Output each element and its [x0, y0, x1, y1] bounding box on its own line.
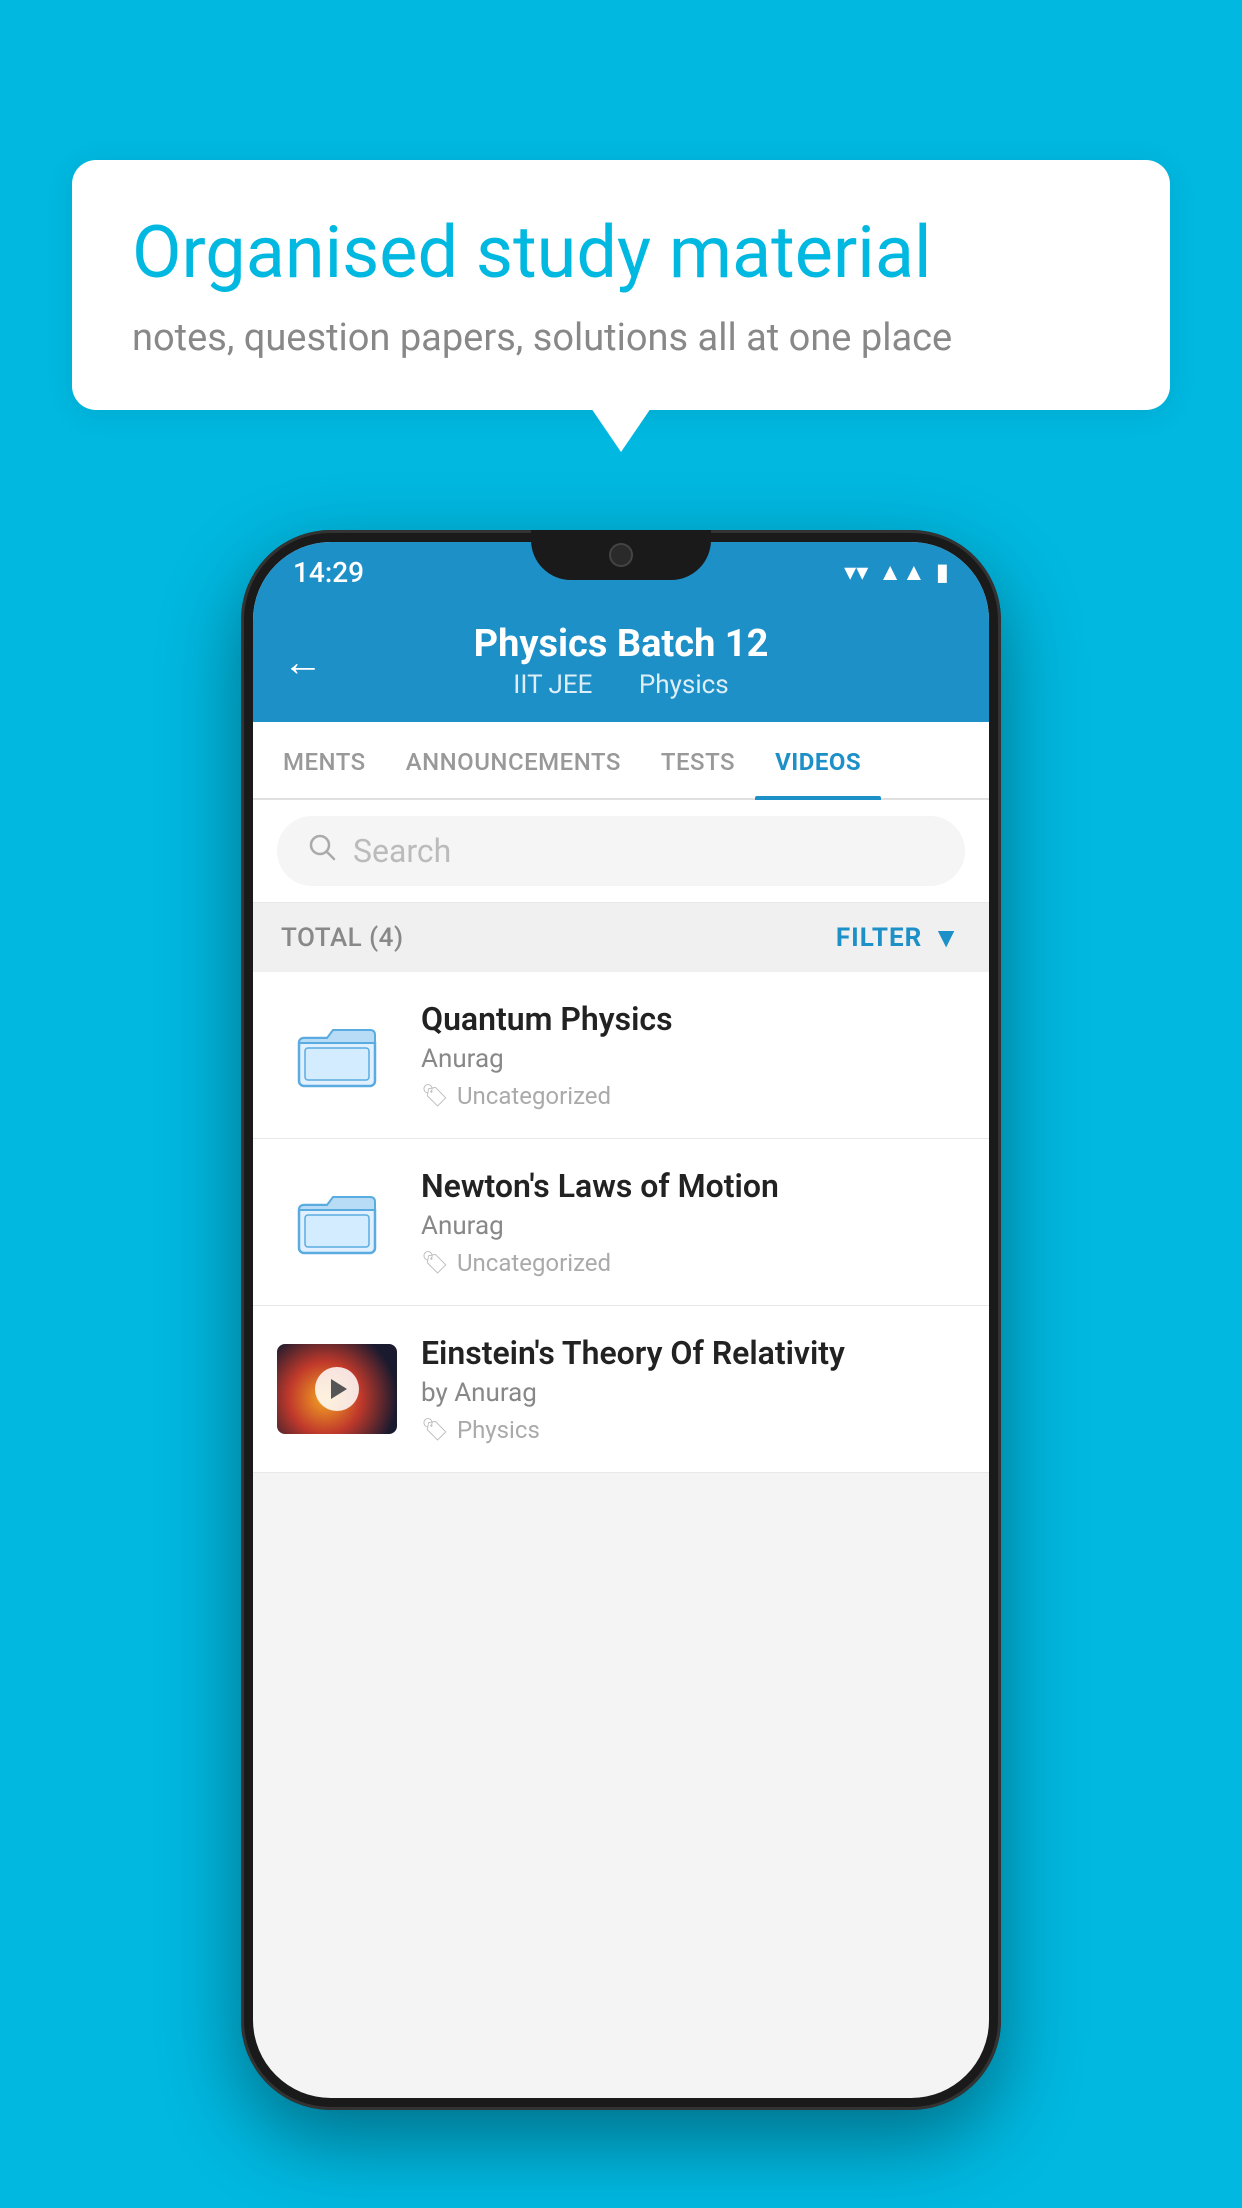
tag-icon: 🏷 [421, 1418, 449, 1443]
phone-screen: 14:29 ▾▾ ▲▲ ▮ ← Physics Batch 12 IIT JEE… [253, 542, 989, 2098]
tag-icon: 🏷 [421, 1251, 449, 1276]
video-author: by Anurag [421, 1378, 965, 1408]
speech-bubble: Organised study material notes, question… [72, 160, 1170, 410]
play-button[interactable] [315, 1367, 359, 1411]
total-count-label: TOTAL (4) [281, 923, 404, 953]
video-info: Einstein's Theory Of Relativity by Anura… [421, 1334, 965, 1444]
subtitle-iitjee: IIT JEE [513, 670, 592, 700]
speech-bubble-subtitle: notes, question papers, solutions all at… [132, 316, 1110, 360]
app-header: ← Physics Batch 12 IIT JEE Physics [253, 602, 989, 722]
camera-icon [609, 543, 633, 567]
screen-title: Physics Batch 12 [474, 622, 769, 666]
tab-tests[interactable]: TESTS [641, 722, 755, 798]
folder-icon [297, 1020, 377, 1090]
video-title: Newton's Laws of Motion [421, 1167, 965, 1205]
tag-label: Uncategorized [457, 1249, 611, 1277]
list-item[interactable]: Quantum Physics Anurag 🏷 Uncategorized [253, 972, 989, 1139]
video-title: Einstein's Theory Of Relativity [421, 1334, 965, 1372]
phone-notch [531, 530, 711, 580]
tag-icon: 🏷 [421, 1084, 449, 1109]
video-author: Anurag [421, 1211, 965, 1241]
video-list: Quantum Physics Anurag 🏷 Uncategorized [253, 972, 989, 1473]
list-item[interactable]: Newton's Laws of Motion Anurag 🏷 Uncateg… [253, 1139, 989, 1306]
list-item[interactable]: Einstein's Theory Of Relativity by Anura… [253, 1306, 989, 1473]
tab-announcements[interactable]: ANNOUNCEMENTS [386, 722, 641, 798]
search-icon [307, 832, 337, 870]
video-tag: 🏷 Uncategorized [421, 1082, 965, 1110]
filter-row: TOTAL (4) FILTER ▼ [253, 903, 989, 972]
filter-icon: ▼ [932, 921, 961, 954]
video-info: Quantum Physics Anurag 🏷 Uncategorized [421, 1000, 965, 1110]
back-button[interactable]: ← [283, 639, 323, 686]
video-author: Anurag [421, 1044, 965, 1074]
search-placeholder-text: Search [353, 832, 451, 870]
video-tag: 🏷 Physics [421, 1416, 965, 1444]
tab-ments[interactable]: MENTS [263, 722, 386, 798]
folder-icon-wrap [277, 1010, 397, 1100]
filter-button[interactable]: FILTER ▼ [836, 921, 961, 954]
video-title: Quantum Physics [421, 1000, 965, 1038]
video-info: Newton's Laws of Motion Anurag 🏷 Uncateg… [421, 1167, 965, 1277]
video-thumbnail [277, 1344, 397, 1434]
phone-mockup: 14:29 ▾▾ ▲▲ ▮ ← Physics Batch 12 IIT JEE… [241, 530, 1001, 2110]
tabs-bar: MENTS ANNOUNCEMENTS TESTS VIDEOS [253, 722, 989, 800]
search-bar: Search [253, 800, 989, 903]
speech-bubble-title: Organised study material [132, 210, 1110, 296]
search-input-wrap[interactable]: Search [277, 816, 965, 886]
wifi-icon: ▾▾ [844, 558, 868, 586]
play-triangle-icon [331, 1379, 347, 1399]
battery-icon: ▮ [936, 558, 949, 586]
subtitle-physics: Physics [639, 670, 729, 700]
video-tag: 🏷 Uncategorized [421, 1249, 965, 1277]
signal-icon: ▲▲ [878, 558, 926, 587]
tag-label: Physics [457, 1416, 540, 1444]
folder-icon [297, 1187, 377, 1257]
filter-label: FILTER [836, 923, 922, 953]
folder-icon-wrap [277, 1177, 397, 1267]
tag-label: Uncategorized [457, 1082, 611, 1110]
phone-outer: 14:29 ▾▾ ▲▲ ▮ ← Physics Batch 12 IIT JEE… [241, 530, 1001, 2110]
status-icons: ▾▾ ▲▲ ▮ [844, 558, 949, 587]
tab-videos[interactable]: VIDEOS [755, 722, 881, 798]
screen-subtitle: IIT JEE Physics [503, 670, 738, 700]
status-time: 14:29 [293, 556, 364, 589]
